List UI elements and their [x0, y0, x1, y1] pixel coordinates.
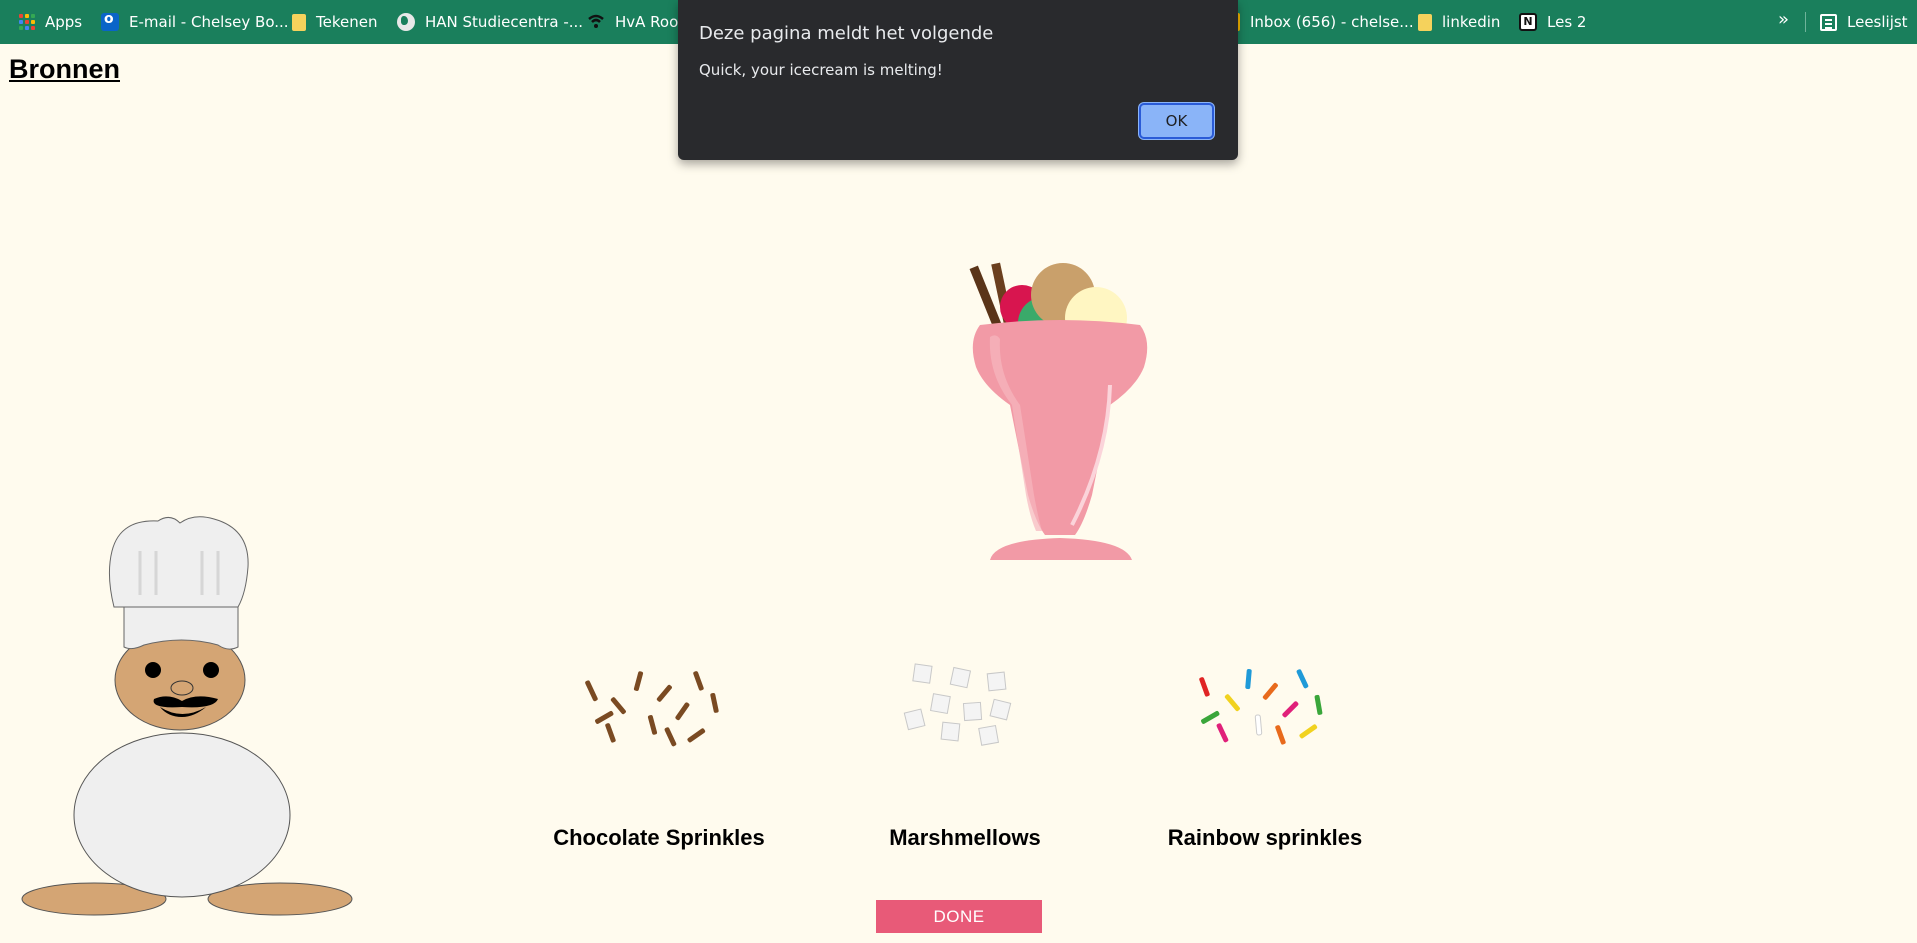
topping-chocolate-sprinkles[interactable]: Chocolate Sprinkles — [544, 655, 774, 855]
topping-rainbow-sprinkles[interactable]: Rainbow sprinkles — [1150, 655, 1380, 855]
bookmark-linkedin[interactable]: linkedin — [1418, 0, 1500, 44]
ice-cream-sundae — [960, 255, 1160, 570]
globe-icon — [397, 13, 415, 31]
chef-left-eye — [145, 662, 161, 678]
topping-label: Chocolate Sprinkles — [553, 825, 765, 850]
chef-illustration — [21, 516, 353, 916]
folder-icon — [1418, 13, 1432, 31]
folder-icon — [292, 13, 306, 31]
apps-grid-icon — [19, 14, 35, 30]
bookmark-label: Tekenen — [316, 13, 378, 31]
page-title-link[interactable]: Bronnen — [9, 54, 120, 85]
bookmark-label: Inbox (656) - chelse... — [1250, 13, 1414, 31]
topping-label: Rainbow sprinkles — [1167, 825, 1363, 850]
bookmark-label: HvA Roos — [615, 13, 687, 31]
chef-nose — [170, 680, 194, 696]
done-button[interactable]: DONE — [876, 900, 1042, 933]
bookmark-tekenen[interactable]: Tekenen — [292, 0, 377, 44]
more-bookmarks-button[interactable]: » — [1778, 0, 1789, 44]
bookmark-label: HAN Studiecentra -... — [425, 13, 584, 31]
chef-body — [73, 732, 291, 898]
bookmark-hva[interactable]: HvA Roos — [587, 0, 686, 44]
chocolate-sprinkles-icon — [585, 671, 719, 747]
bookmark-les2[interactable]: N Les 2 — [1519, 0, 1586, 44]
bookmark-email[interactable]: E-mail - Chelsey Bo... — [101, 0, 289, 44]
reading-list-label: Leeslijst — [1847, 13, 1908, 31]
rainbow-sprinkles-icon — [1199, 669, 1323, 745]
hva-icon — [587, 13, 605, 31]
bookmark-label: E-mail - Chelsey Bo... — [129, 13, 289, 31]
reading-list-button[interactable]: Leeslijst — [1820, 0, 1908, 44]
bookmark-apps[interactable]: Apps — [19, 0, 82, 44]
chef-character — [18, 515, 358, 930]
topping-marshmallows[interactable]: Marshmellows — [850, 655, 1080, 855]
alert-dialog: Deze pagina meldt het volgende Quick, yo… — [678, 0, 1238, 160]
marshmallows-icon — [903, 663, 1012, 746]
notion-icon: N — [1519, 13, 1537, 31]
chef-right-eye — [203, 662, 219, 678]
outlook-icon — [101, 11, 119, 31]
alert-message: Quick, your icecream is melting! — [699, 61, 943, 79]
bookmark-label: linkedin — [1442, 13, 1501, 31]
bookmark-inbox[interactable]: Inbox (656) - chelse... — [1230, 0, 1414, 44]
alert-title: Deze pagina meldt het volgende — [699, 23, 994, 44]
topping-label: Marshmellows — [889, 825, 1041, 850]
sundae-illustration — [969, 262, 1148, 560]
alert-ok-button[interactable]: OK — [1139, 103, 1214, 139]
chef-hat-top — [108, 516, 249, 608]
bookmark-label: Apps — [45, 13, 83, 31]
reading-list-icon — [1820, 13, 1837, 31]
sundae-base — [990, 538, 1132, 560]
bookmarks-divider — [1805, 12, 1806, 32]
bookmark-han[interactable]: HAN Studiecentra -... — [397, 0, 583, 44]
bookmark-label: Les 2 — [1547, 13, 1587, 31]
